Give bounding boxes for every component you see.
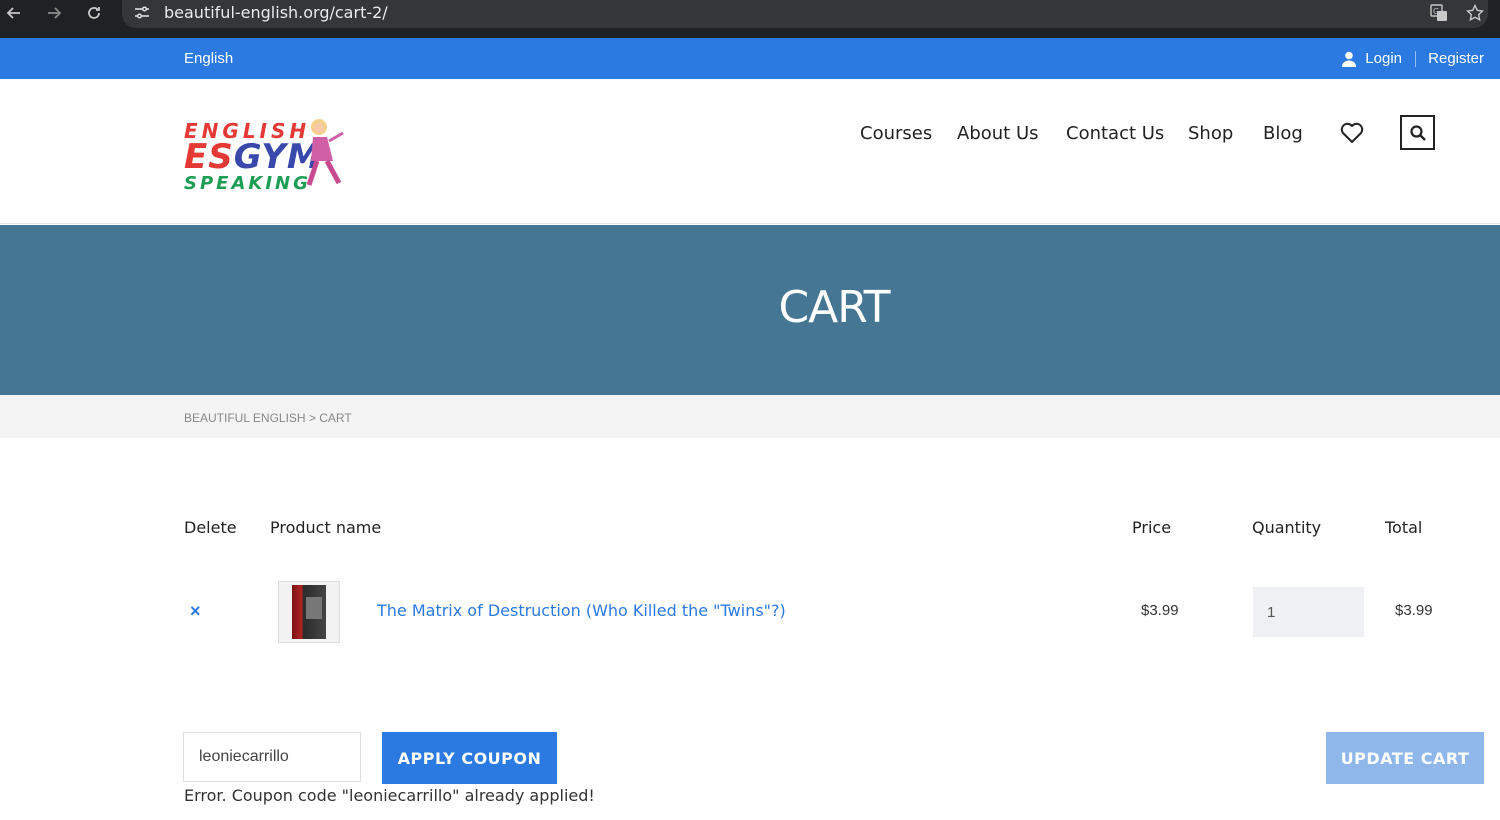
quantity-input[interactable]	[1253, 587, 1364, 637]
language-selector[interactable]: English	[184, 50, 233, 67]
header-quantity: Quantity	[1252, 518, 1322, 537]
forward-icon[interactable]	[40, 0, 68, 26]
divider	[1415, 51, 1416, 67]
page-banner: CART	[0, 225, 1500, 395]
page-title: CART	[778, 282, 890, 333]
book-cover-icon	[292, 585, 326, 639]
login-link[interactable]: Login	[1341, 50, 1402, 67]
nav-blog[interactable]: Blog	[1263, 123, 1303, 144]
line-total: $3.99	[1395, 602, 1433, 619]
remove-item-icon[interactable]: ×	[190, 601, 201, 622]
search-icon	[1409, 124, 1426, 141]
apply-coupon-button[interactable]: APPLY COUPON	[382, 732, 557, 784]
back-icon[interactable]	[0, 0, 28, 26]
header-total: Total	[1385, 518, 1423, 537]
nav-contact-us[interactable]: Contact Us	[1066, 123, 1164, 144]
header-price: Price	[1132, 518, 1172, 537]
header-product-name: Product name	[270, 518, 382, 537]
product-thumbnail[interactable]	[278, 581, 340, 643]
breadcrumb-bar: BEAUTIFUL ENGLISH > CART	[0, 395, 1500, 438]
top-bar: English Login Register	[0, 38, 1500, 79]
update-cart-button[interactable]: UPDATE CART	[1326, 732, 1484, 784]
coupon-error-message: Error. Coupon code "leoniecarrillo" alre…	[184, 786, 595, 805]
logo-mascot-icon	[306, 119, 344, 186]
header-delete: Delete	[184, 518, 237, 537]
user-icon	[1341, 51, 1357, 67]
logo-text-speaking: SPEAKING	[184, 173, 311, 194]
register-link[interactable]: Register	[1428, 50, 1484, 67]
bookmark-star-icon[interactable]	[1464, 2, 1486, 24]
coupon-code-input[interactable]	[183, 732, 361, 782]
search-button[interactable]	[1400, 115, 1435, 150]
product-name-link[interactable]: The Matrix of Destruction (Who Killed th…	[377, 601, 786, 620]
nav-shop[interactable]: Shop	[1188, 123, 1233, 144]
reload-icon[interactable]	[80, 0, 108, 26]
site-header: ENGLISH ESGYM SPEAKING Courses About Us …	[0, 79, 1500, 224]
svg-text:G: G	[1433, 7, 1439, 16]
browser-toolbar: beautiful-english.org/cart-2/ G	[0, 0, 1500, 38]
nav-about-us[interactable]: About Us	[957, 123, 1039, 144]
site-settings-icon[interactable]	[132, 4, 152, 22]
breadcrumb[interactable]: BEAUTIFUL ENGLISH > CART	[184, 411, 352, 425]
url-text[interactable]: beautiful-english.org/cart-2/	[164, 3, 388, 22]
heart-icon[interactable]	[1340, 122, 1364, 144]
login-label: Login	[1365, 50, 1402, 67]
product-price: $3.99	[1141, 602, 1179, 619]
nav-courses[interactable]: Courses	[860, 123, 932, 144]
translate-icon[interactable]: G	[1428, 2, 1450, 24]
site-logo[interactable]: ENGLISH ESGYM SPEAKING	[184, 111, 349, 195]
